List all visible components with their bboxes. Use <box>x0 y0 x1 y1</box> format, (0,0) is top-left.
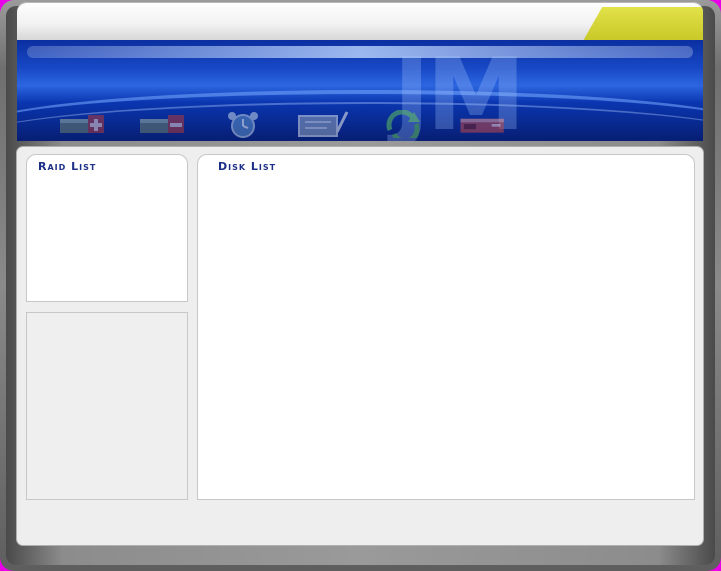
application-window: JM Raid List Disk List <box>0 0 721 571</box>
raid-detail-panel <box>26 312 188 500</box>
title-bar-accent <box>583 7 703 40</box>
main-content: Raid List Disk List <box>17 147 703 545</box>
refresh-button[interactable] <box>377 108 429 140</box>
header-banner: JM <box>17 40 703 141</box>
refresh-icon <box>386 110 420 138</box>
title-bar[interactable] <box>17 2 703 40</box>
app-frame: JM Raid List Disk List <box>0 0 721 571</box>
delete-raid-icon <box>140 115 184 133</box>
add-raid-icon <box>60 115 104 133</box>
toolbar <box>57 104 697 140</box>
raid-list-title: Raid List <box>38 160 97 173</box>
edit-button[interactable] <box>297 108 349 140</box>
alarm-clock-icon <box>228 112 258 138</box>
delete-raid-button[interactable] <box>137 108 189 140</box>
raid-list-panel[interactable]: Raid List <box>26 154 188 302</box>
drive-icon <box>460 118 504 133</box>
edit-icon <box>298 111 349 137</box>
disk-list-title: Disk List <box>218 160 277 173</box>
disk-list-panel[interactable]: Disk List <box>197 154 695 500</box>
add-raid-button[interactable] <box>57 108 109 140</box>
alarm-button[interactable] <box>217 108 269 140</box>
drive-button[interactable] <box>457 108 509 140</box>
